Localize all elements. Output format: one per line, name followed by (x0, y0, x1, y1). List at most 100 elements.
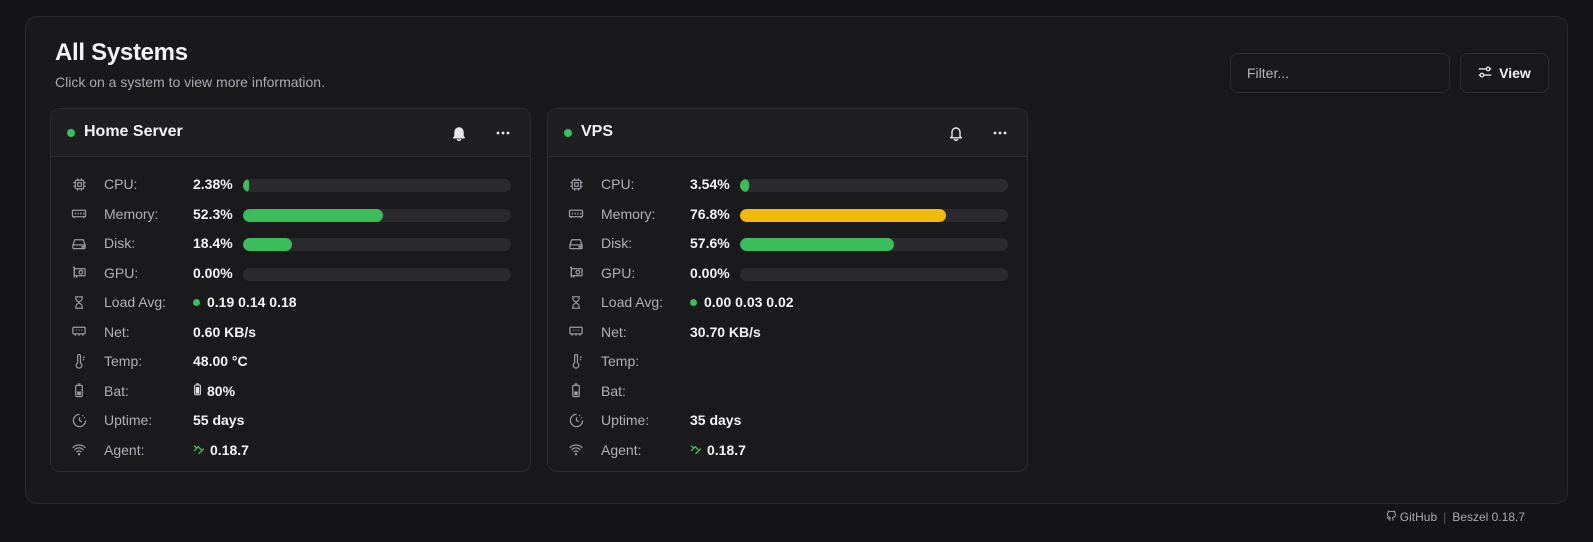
net-label: Net: (104, 323, 130, 340)
cpu-meter (243, 179, 511, 192)
memory-meter (243, 208, 511, 222)
row-disk: Disk: 57.6% (548, 228, 1027, 258)
load-label: Load Avg: (601, 294, 664, 310)
memory-label: Memory: (601, 205, 656, 222)
load-status-dot (690, 298, 697, 306)
version-link[interactable]: Beszel 0.18.7 (1452, 510, 1525, 524)
row-memory: Memory: 76.8% (548, 199, 1027, 229)
cpu-icon (71, 176, 87, 192)
thermometer-icon (71, 353, 87, 369)
load-text: 0.00 0.03 0.02 (704, 294, 794, 310)
row-disk: Disk: 18.4% (51, 228, 530, 258)
temp-value: 48.00 °C (193, 353, 248, 369)
gpu-value: 0.00% (193, 264, 233, 281)
row-uptime: Uptime: 55 days (51, 405, 530, 435)
system-card[interactable]: VPS CPU: 3.54% Memory: 76.8% Disk: 57.6% GP… (547, 108, 1028, 472)
view-label: View (1499, 65, 1531, 81)
system-name[interactable]: Home Server (84, 123, 183, 141)
temp-label: Temp: (104, 353, 143, 369)
memory-icon (568, 206, 584, 222)
wifi-icon (568, 442, 584, 458)
footer: GitHub | Beszel 0.18.7 (1386, 510, 1525, 524)
disk-value: 18.4% (193, 235, 233, 251)
systems-panel: All Systems Click on a system to view mo… (25, 16, 1568, 504)
row-cpu: CPU: 3.54% (548, 169, 1027, 199)
load-text: 0.19 0.14 0.18 (207, 294, 297, 310)
row-temp: Temp: 48.00 °C (51, 346, 530, 376)
row-bat: Bat: (548, 376, 1027, 406)
gpu-meter (740, 267, 1008, 281)
agent-value: 0.18.7 (690, 442, 746, 458)
bat-value: 80% (193, 383, 235, 399)
cpu-icon (568, 176, 584, 192)
gpu-meter (243, 267, 511, 281)
network-icon (71, 324, 87, 340)
uptime-label: Uptime: (104, 412, 153, 428)
system-name[interactable]: VPS (581, 123, 613, 141)
load-status-dot (193, 298, 200, 306)
card-header: VPS (548, 109, 1027, 157)
clock-icon (71, 412, 87, 428)
row-net: Net: 30.70 KB/s (548, 317, 1027, 347)
gpu-value: 0.00% (690, 264, 730, 281)
github-label: GitHub (1399, 510, 1438, 524)
bell-icon[interactable] (944, 121, 968, 145)
agent-status-icon (690, 442, 702, 458)
net-label: Net: (601, 323, 627, 340)
memory-label: Memory: (104, 205, 159, 222)
load-value: 0.19 0.14 0.18 (193, 294, 297, 310)
github-icon (1386, 510, 1397, 524)
system-card[interactable]: Home Server CPU: 2.38% Memory: 52.3% Disk:… (50, 108, 531, 472)
net-value: 30.70 KB/s (690, 323, 761, 340)
uptime-value: 55 days (193, 412, 245, 428)
clock-icon (568, 412, 584, 428)
disk-icon (568, 235, 584, 251)
wifi-icon (71, 442, 87, 458)
cpu-label: CPU: (104, 176, 138, 192)
page-subtitle: Click on a system to view more informati… (55, 74, 325, 90)
battery-icon (568, 383, 584, 399)
view-button[interactable]: View (1460, 53, 1549, 93)
temp-label: Temp: (601, 353, 640, 369)
status-dot (67, 129, 75, 137)
card-header: Home Server (51, 109, 530, 157)
row-net: Net: 0.60 KB/s (51, 317, 530, 347)
bell-icon[interactable] (447, 121, 471, 145)
more-options-icon[interactable] (491, 121, 515, 145)
sliders-icon (1478, 65, 1492, 82)
bat-text: 80% (207, 382, 236, 399)
cpu-label: CPU: (601, 176, 635, 192)
memory-meter-fill (740, 208, 946, 222)
disk-label: Disk: (601, 235, 633, 251)
memory-value: 52.3% (193, 205, 233, 222)
bat-label: Bat: (601, 382, 626, 399)
disk-meter-fill (740, 238, 895, 251)
row-temp: Temp: (548, 346, 1027, 376)
memory-meter (740, 208, 1008, 222)
memory-icon (71, 206, 87, 222)
row-gpu: GPU: 0.00% (51, 258, 530, 288)
more-options-icon[interactable] (988, 121, 1012, 145)
agent-text: 0.18.7 (707, 441, 746, 458)
battery-level-icon (193, 382, 202, 399)
cpu-meter (740, 179, 1008, 192)
gpu-icon (71, 265, 87, 281)
gpu-label: GPU: (104, 264, 139, 281)
agent-label: Agent: (601, 441, 642, 458)
disk-meter (243, 238, 511, 251)
uptime-value: 35 days (690, 412, 742, 428)
uptime-label: Uptime: (601, 412, 650, 428)
load-value: 0.00 0.03 0.02 (690, 294, 794, 310)
row-gpu: GPU: 0.00% (548, 258, 1027, 288)
disk-value: 57.6% (690, 235, 730, 251)
filter-input[interactable] (1230, 53, 1450, 93)
row-load: Load Avg: 0.19 0.14 0.18 (51, 287, 530, 317)
cpu-meter-fill (243, 179, 250, 192)
agent-value: 0.18.7 (193, 442, 249, 458)
agent-status-icon (193, 442, 205, 458)
row-agent: Agent: 0.18.7 (51, 435, 530, 465)
agent-label: Agent: (104, 441, 145, 458)
disk-icon (71, 235, 87, 251)
github-link[interactable]: GitHub (1386, 510, 1437, 524)
network-icon (568, 324, 584, 340)
